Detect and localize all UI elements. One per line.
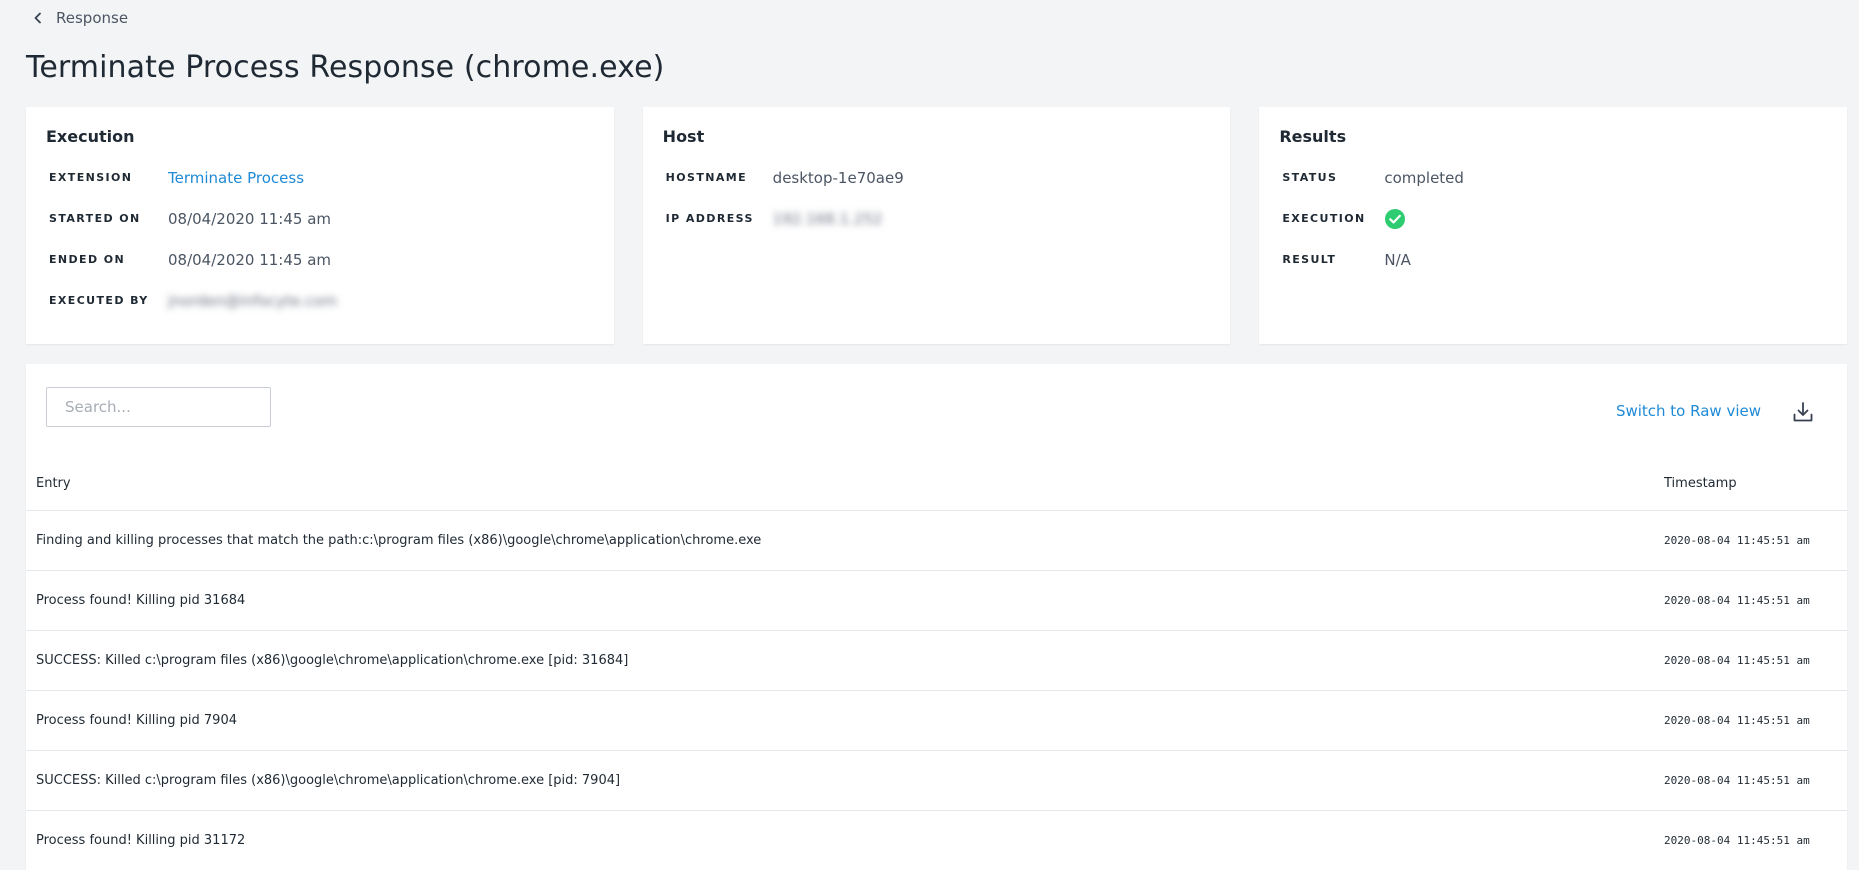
execution-field-started-on: STARTED ON 08/04/2020 11:45 am [46, 198, 594, 239]
results-field-result: RESULT N/A [1279, 239, 1827, 280]
table-header: Entry Timestamp [26, 456, 1847, 511]
field-label: STARTED ON [49, 212, 141, 225]
search-input[interactable] [46, 387, 271, 427]
executed-by-value: jnorden@infocyte.com [168, 291, 338, 310]
row-entry: Process found! Killing pid 31684 [36, 593, 246, 608]
host-card-title: Host [662, 127, 705, 146]
log-table: Entry Timestamp Finding and killing proc… [26, 456, 1847, 870]
row-entry: SUCCESS: Killed c:\program files (x86)\g… [36, 773, 621, 788]
row-timestamp: 2020-08-04 11:45:51 am [1664, 594, 1810, 607]
table-row: Finding and killing processes that match… [26, 511, 1847, 571]
execution-field-executed-by: EXECUTED BY jnorden@infocyte.com [46, 280, 594, 321]
summary-cards: Execution EXTENSION Terminate Process ST… [26, 107, 1848, 344]
started-on-value: 08/04/2020 11:45 am [168, 209, 332, 228]
field-label: ENDED ON [49, 253, 126, 266]
extension-link[interactable]: Terminate Process [168, 169, 304, 187]
hostname-value: desktop-1e70ae9 [772, 168, 904, 187]
host-field-ip-address: IP ADDRESS 192.168.1.252 [663, 198, 1211, 239]
row-timestamp: 2020-08-04 11:45:51 am [1664, 534, 1810, 547]
breadcrumb[interactable]: Response [26, 0, 1847, 36]
row-entry: Finding and killing processes that match… [36, 533, 762, 548]
row-timestamp: 2020-08-04 11:45:51 am [1664, 834, 1810, 847]
field-label: EXECUTED BY [49, 294, 149, 307]
row-entry: Process found! Killing pid 31172 [36, 833, 246, 848]
field-label: RESULT [1282, 253, 1337, 266]
breadcrumb-label: Response [56, 9, 129, 27]
execution-card: Execution EXTENSION Terminate Process ST… [26, 107, 614, 344]
host-field-hostname: HOSTNAME desktop-1e70ae9 [663, 157, 1211, 198]
check-circle-icon [1384, 208, 1406, 230]
table-row: SUCCESS: Killed c:\program files (x86)\g… [26, 751, 1847, 811]
row-entry: SUCCESS: Killed c:\program files (x86)\g… [36, 653, 629, 668]
download-icon[interactable] [1791, 400, 1815, 424]
table-row: Process found! Killing pid 31684 2020-08… [26, 571, 1847, 631]
chevron-left-icon [32, 12, 44, 24]
field-label: IP ADDRESS [665, 212, 754, 225]
row-timestamp: 2020-08-04 11:45:51 am [1664, 774, 1810, 787]
table-row: Process found! Killing pid 7904 2020-08-… [26, 691, 1847, 751]
results-card: Results STATUS completed EXECUTION RESUL… [1259, 107, 1848, 344]
row-timestamp: 2020-08-04 11:45:51 am [1664, 654, 1810, 667]
field-label: HOSTNAME [665, 171, 748, 184]
row-timestamp: 2020-08-04 11:45:51 am [1664, 714, 1810, 727]
log-panel: Switch to Raw view Entry Timestamp Findi… [26, 364, 1847, 870]
results-field-status: STATUS completed [1279, 157, 1827, 198]
results-card-title: Results [1279, 127, 1347, 146]
execution-field-ended-on: ENDED ON 08/04/2020 11:45 am [46, 239, 594, 280]
table-row: SUCCESS: Killed c:\program files (x86)\g… [26, 631, 1847, 691]
log-toolbar: Switch to Raw view [26, 364, 1847, 456]
page-title: Terminate Process Response (chrome.exe) [26, 50, 665, 85]
ip-address-value: 192.168.1.252 [772, 209, 883, 228]
execution-field-extension: EXTENSION Terminate Process [46, 157, 594, 198]
row-entry: Process found! Killing pid 7904 [36, 713, 237, 728]
table-row: Process found! Killing pid 31172 2020-08… [26, 811, 1847, 870]
column-header-entry[interactable]: Entry [26, 476, 1664, 491]
results-field-execution: EXECUTION [1279, 198, 1827, 239]
host-card: Host HOSTNAME desktop-1e70ae9 IP ADDRESS… [642, 107, 1231, 344]
ended-on-value: 08/04/2020 11:45 am [168, 250, 332, 269]
switch-raw-view-link[interactable]: Switch to Raw view [1616, 402, 1761, 420]
result-value: N/A [1384, 250, 1411, 269]
field-label: EXTENSION [49, 171, 133, 184]
field-label: STATUS [1282, 171, 1338, 184]
status-value: completed [1384, 168, 1464, 187]
execution-card-title: Execution [46, 127, 135, 146]
field-label: EXECUTION [1282, 212, 1366, 225]
page: Response Terminate Process Response (chr… [0, 0, 1859, 870]
column-header-timestamp[interactable]: Timestamp [1664, 476, 1847, 491]
